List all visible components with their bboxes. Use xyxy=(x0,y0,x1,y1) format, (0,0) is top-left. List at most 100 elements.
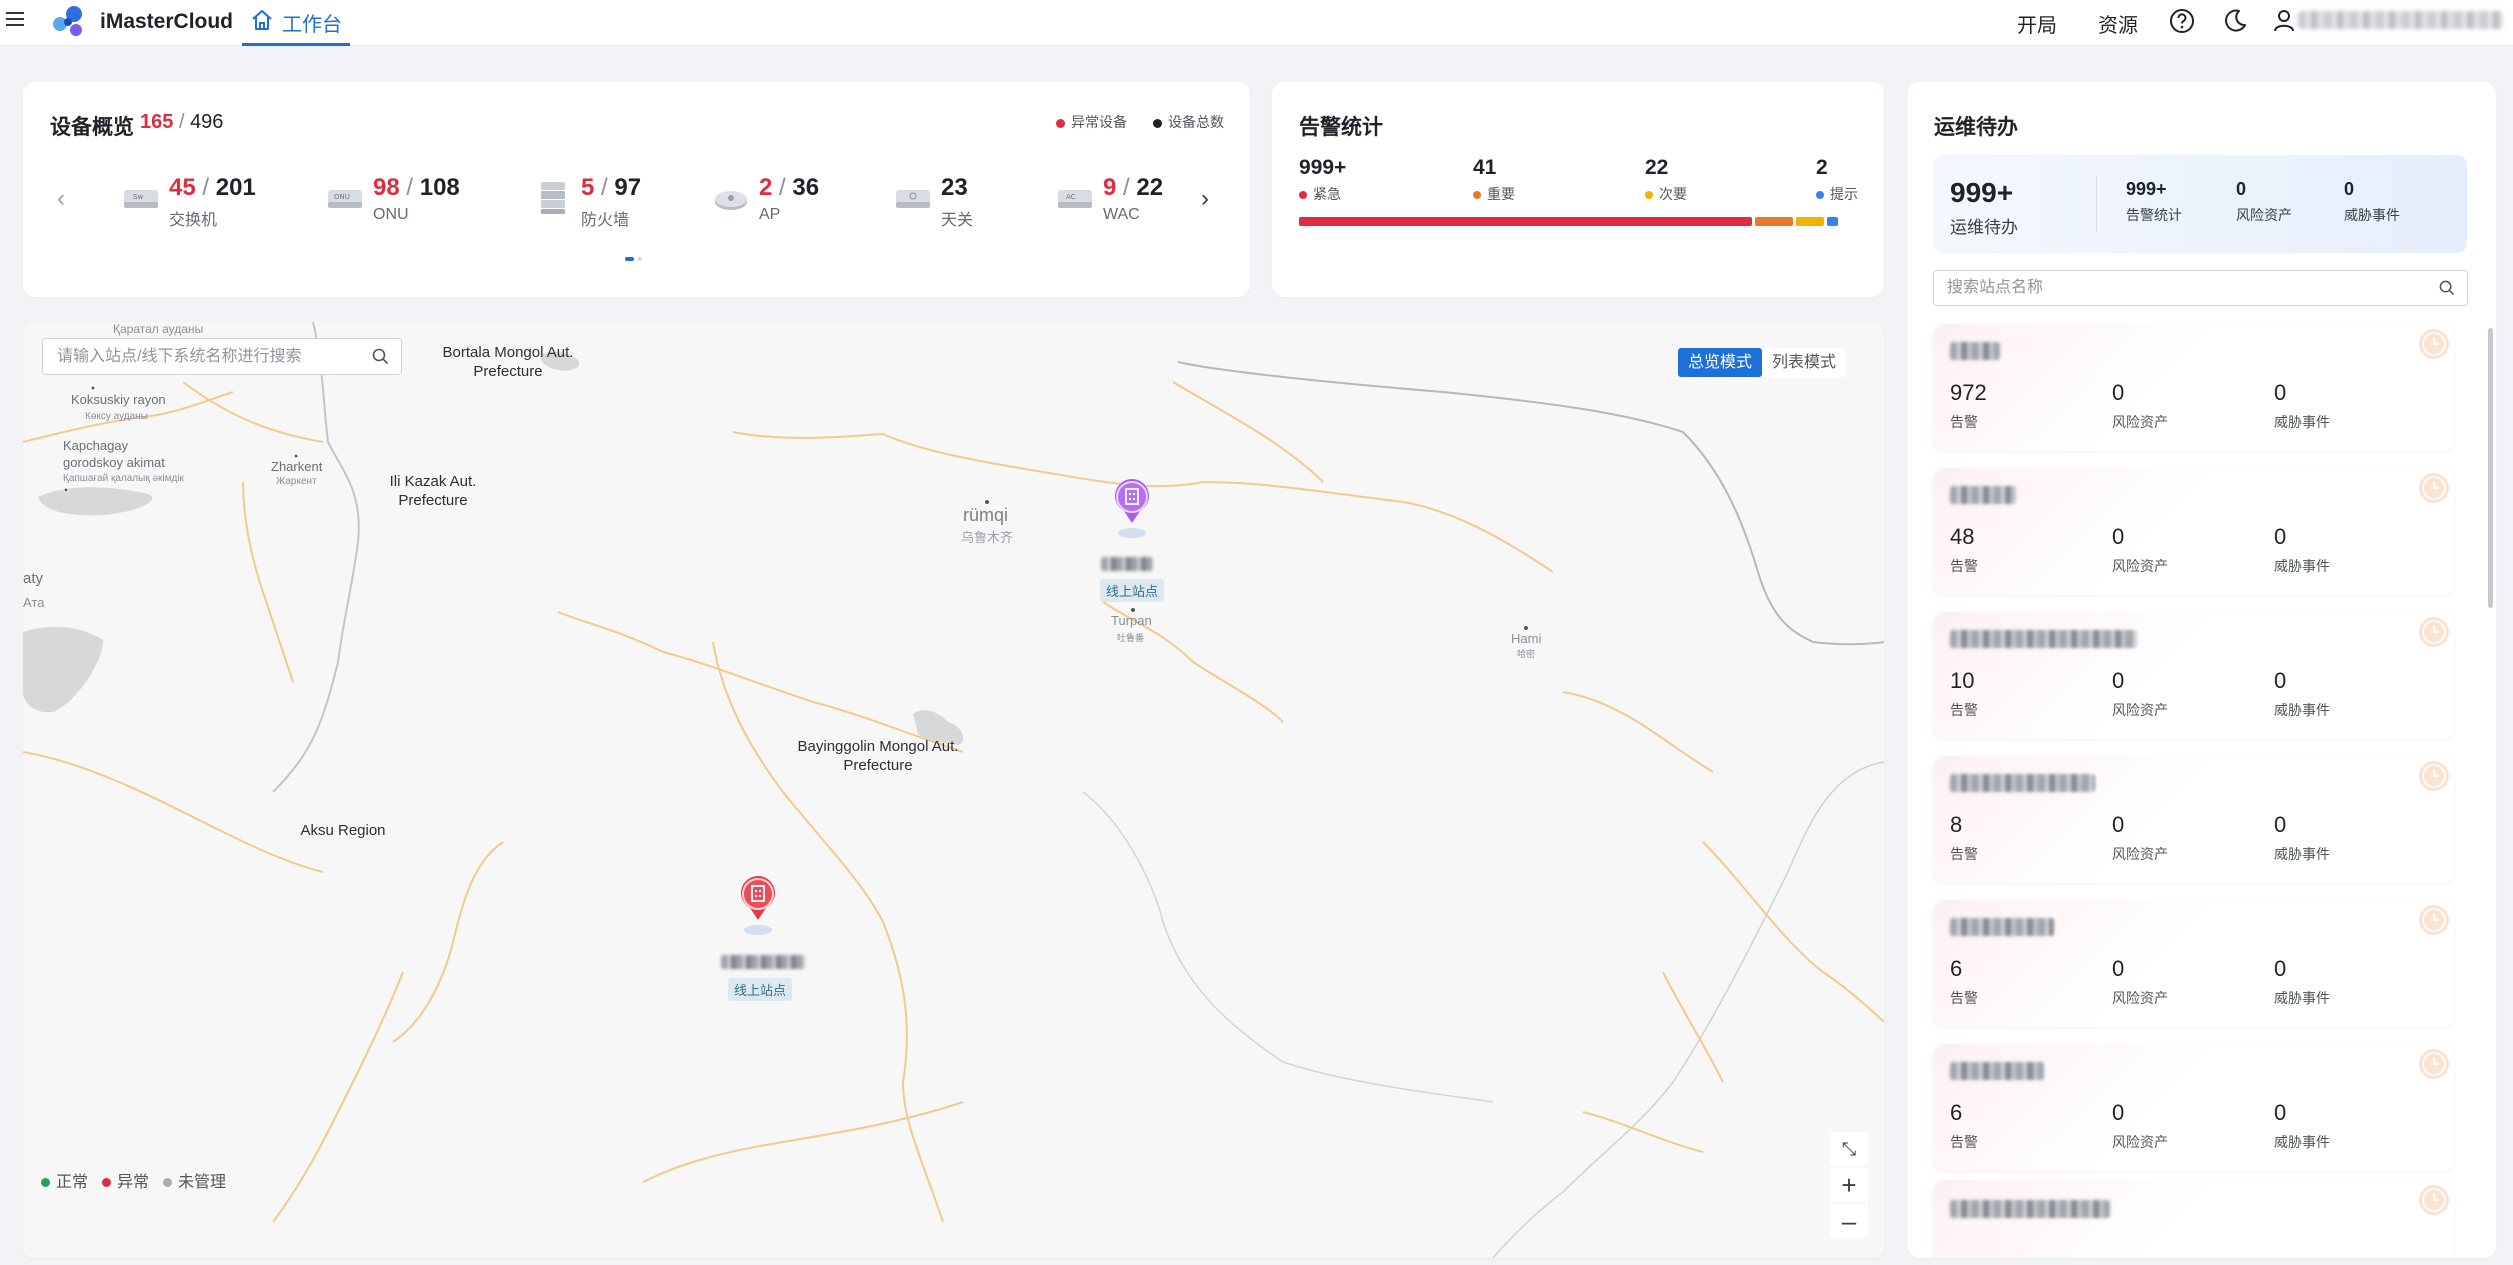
alarm-info[interactable]: 2 提示 xyxy=(1816,156,1858,204)
alarm-bar-segment-2 xyxy=(1796,217,1824,226)
ops-threat-label: 威胁事件 xyxy=(2344,207,2400,223)
overview-mode-button[interactable]: 总览模式 xyxy=(1678,348,1763,377)
site-pin-red[interactable] xyxy=(736,870,780,940)
moon-icon[interactable] xyxy=(2222,8,2248,34)
device-item-switch[interactable]: Sw 45 / 201 交换机 xyxy=(121,174,281,229)
zoom-out-button[interactable]: – xyxy=(1830,1204,1868,1238)
legend-total: 设备总数 xyxy=(1153,112,1224,132)
ops-todo-title: 运维待办 xyxy=(1934,116,2018,139)
search-icon[interactable] xyxy=(372,348,389,365)
tab-workbench[interactable]: 工作台 xyxy=(242,0,350,46)
site-card-name-redacted xyxy=(1950,342,2000,360)
site-card-name-redacted xyxy=(1950,1200,2110,1218)
layout-link[interactable]: 开局 xyxy=(2017,9,2057,38)
carousel-pager[interactable] xyxy=(625,257,642,261)
site-card-partial[interactable] xyxy=(1933,1180,2454,1258)
menu-icon[interactable] xyxy=(6,10,26,28)
resources-link[interactable]: 资源 xyxy=(2098,9,2138,38)
site-card-name-redacted xyxy=(1950,486,2016,504)
site-card[interactable]: 6 告警 0 风险资产 0 威胁事件 xyxy=(1933,900,2454,1027)
user-name-redacted[interactable] xyxy=(2298,11,2503,29)
map-label-ili: Ili Kazak Aut. Prefecture xyxy=(389,473,477,509)
site-threat-label: 威胁事件 xyxy=(2274,558,2330,574)
device-item-ap[interactable]: 2 / 36 AP xyxy=(711,174,871,226)
site-search-input[interactable] xyxy=(1934,271,2414,305)
help-icon[interactable] xyxy=(2169,8,2195,34)
clock-icon xyxy=(2419,473,2449,503)
site-name-redacted[interactable] xyxy=(721,955,805,969)
site-risk-count: 0 xyxy=(2112,1100,2125,1125)
alarm-distribution-bar xyxy=(1299,217,1860,226)
ops-risk-count: 0 xyxy=(2236,179,2247,199)
site-search-box[interactable] xyxy=(1933,270,2468,306)
site-card[interactable]: 8 告警 0 风险资产 0 威胁事件 xyxy=(1933,756,2454,883)
site-alarm-label: 告警 xyxy=(1950,414,1978,430)
site-threat-label: 威胁事件 xyxy=(2274,414,2330,430)
alarm-critical[interactable]: 999+ 紧急 xyxy=(1299,156,1346,204)
site-name-redacted[interactable] xyxy=(1101,557,1153,571)
ap-icon xyxy=(715,191,747,210)
clock-icon xyxy=(2419,329,2449,359)
scrollbar[interactable] xyxy=(2488,328,2493,608)
site-risk-label: 风险资产 xyxy=(2112,990,2168,1006)
site-card[interactable]: 6 告警 0 风险资产 0 威胁事件 xyxy=(1933,1044,2454,1171)
site-risk-label: 风险资产 xyxy=(2112,414,2168,430)
site-card-name-redacted xyxy=(1950,918,2054,936)
wac-icon: AC xyxy=(1058,190,1092,208)
site-card[interactable]: 972 告警 0 风险资产 0 威胁事件 xyxy=(1933,324,2454,451)
site-threat-label: 威胁事件 xyxy=(2274,990,2330,1006)
site-threat-count: 0 xyxy=(2274,524,2287,549)
site-alarm-count: 972 xyxy=(1950,380,1987,405)
site-risk-count: 0 xyxy=(2112,956,2125,981)
total-device-count: 496 xyxy=(190,111,224,133)
site-tag-online[interactable]: 线上站点 xyxy=(728,978,793,1001)
gateway-icon xyxy=(896,190,930,208)
device-item-gateway[interactable]: 23 天关 xyxy=(893,174,1053,229)
site-alarm-label: 告警 xyxy=(1950,990,1978,1006)
map-label-turpan-cn: 吐鲁番 xyxy=(1117,633,1145,643)
map-legend: 正常 异常 未管理 xyxy=(41,1168,226,1192)
logo-icon xyxy=(53,6,82,36)
home-icon xyxy=(252,10,272,30)
site-tag-online[interactable]: 线上站点 xyxy=(1100,579,1165,602)
alarm-major[interactable]: 41 重要 xyxy=(1473,156,1515,204)
abnormal-device-count: 165 xyxy=(140,111,174,133)
ops-summary: 999+ 运维待办 999+ 告警统计 0 风险资产 0 威胁事件 xyxy=(1933,155,2467,253)
search-icon[interactable] xyxy=(2439,280,2455,296)
device-item-wac[interactable]: AC 9 / 22 WAC xyxy=(1055,174,1215,226)
map-area[interactable]: Қаратал ауданы Koksuskiy rayon Көксу ауд… xyxy=(23,322,1884,1258)
map-search-box[interactable] xyxy=(42,338,402,375)
site-alarm-label: 告警 xyxy=(1950,1134,1978,1150)
zoom-in-button[interactable]: + xyxy=(1830,1168,1868,1202)
legend-unmanaged: 未管理 xyxy=(163,1168,226,1192)
site-pin-purple[interactable] xyxy=(1110,473,1154,543)
list-mode-button[interactable]: 列表模式 xyxy=(1762,348,1846,377)
site-card-name-redacted xyxy=(1950,1062,2044,1080)
device-overview-title: 设备概览 xyxy=(50,116,134,139)
map-label-kapchagay-kz: Қапшағай қалалық әкімдік xyxy=(63,473,184,484)
device-item-onu[interactable]: ONU 98 / 108 ONU xyxy=(325,174,485,226)
device-item-firewall[interactable]: 5 / 97 防火墙 xyxy=(533,174,693,229)
site-risk-count: 0 xyxy=(2112,524,2125,549)
alarm-minor[interactable]: 22 次要 xyxy=(1645,156,1687,204)
legend-abnormal: 异常 xyxy=(102,1168,149,1192)
map-search-input[interactable] xyxy=(43,339,353,374)
view-mode-switch[interactable]: 总览模式 列表模式 xyxy=(1678,348,1847,377)
site-threat-count: 0 xyxy=(2274,668,2287,693)
map-label-aksu: Aksu Region xyxy=(300,822,386,839)
map-label-ata: Ата xyxy=(23,595,45,610)
user-icon[interactable] xyxy=(2273,8,2295,34)
prev-arrow-icon[interactable]: ‹ xyxy=(57,187,65,211)
map-label-zharkent-kz: Жаркент xyxy=(276,476,317,487)
site-risk-count: 0 xyxy=(2112,668,2125,693)
site-card[interactable]: 10 告警 0 风险资产 0 威胁事件 xyxy=(1933,612,2454,739)
legend-normal: 正常 xyxy=(41,1168,88,1192)
site-card[interactable]: 48 告警 0 风险资产 0 威胁事件 xyxy=(1933,468,2454,595)
alarm-stats-title: 告警统计 xyxy=(1299,116,1383,139)
device-overview-count: 165 / 496 xyxy=(140,111,223,134)
map-label-zharkent: Zharkent xyxy=(271,459,323,474)
fullscreen-icon[interactable]: ⤡ xyxy=(1830,1132,1868,1166)
site-threat-count: 0 xyxy=(2274,812,2287,837)
ops-risk-label: 风险资产 xyxy=(2236,207,2292,223)
map-label-kapchagay: Kapchagay gorodskoy akimat xyxy=(63,438,165,470)
